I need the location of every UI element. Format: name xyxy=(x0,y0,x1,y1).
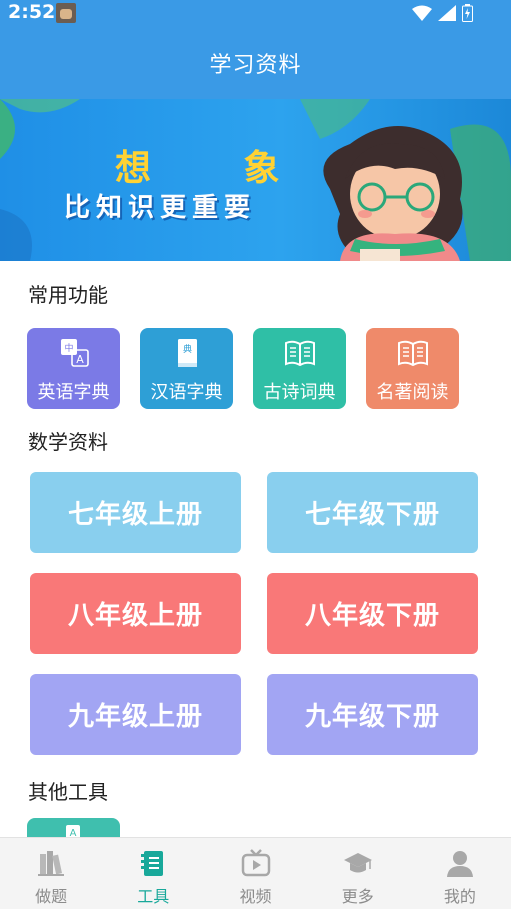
banner-headline: 想 象 xyxy=(115,148,320,189)
grade8-vol2-button[interactable]: 八年级下册 xyxy=(267,573,478,654)
tab-more-label: 更多 xyxy=(341,887,374,906)
notebook-icon xyxy=(141,851,164,876)
svg-text:A: A xyxy=(76,353,84,366)
tab-more[interactable]: 更多 xyxy=(307,838,409,909)
promo-banner[interactable]: 想 象 比知识更重要 xyxy=(0,99,511,261)
status-bar: 2:52 xyxy=(0,0,511,26)
tab-video[interactable]: 视频 xyxy=(204,838,306,909)
dictionary-book-icon: 典 xyxy=(177,339,197,367)
person-icon xyxy=(446,851,473,877)
app-bar: 学习资料 xyxy=(0,26,511,99)
tab-profile[interactable]: 我的 xyxy=(409,838,511,909)
english-dictionary-label: 英语字典 xyxy=(37,382,110,403)
svg-text:典: 典 xyxy=(182,343,191,355)
tab-practice[interactable]: 做题 xyxy=(0,838,102,909)
tab-video-label: 视频 xyxy=(239,887,272,906)
poetry-dictionary-button[interactable]: 古诗词典 xyxy=(253,328,346,409)
wifi-icon xyxy=(412,5,432,21)
chinese-dictionary-label: 汉语字典 xyxy=(150,382,223,403)
translate-icon: 中 A xyxy=(60,339,89,367)
page-title: 学习资料 xyxy=(209,52,302,78)
classics-reading-button[interactable]: 名著阅读 xyxy=(366,328,459,409)
tab-tools-label: 工具 xyxy=(137,887,170,906)
notification-app-icon xyxy=(56,3,76,23)
banner-subline: 比知识更重要 xyxy=(64,193,257,223)
signal-icon xyxy=(438,5,456,21)
poetry-dictionary-label: 古诗词典 xyxy=(263,382,336,403)
open-book-icon xyxy=(397,340,428,367)
math-materials-title: 数学资料 xyxy=(28,430,108,454)
tab-profile-label: 我的 xyxy=(443,887,476,906)
tv-icon xyxy=(241,849,270,877)
common-functions-title: 常用功能 xyxy=(28,283,108,307)
battery-charging-icon xyxy=(462,4,473,22)
system-icons xyxy=(412,3,473,23)
grade9-vol2-button[interactable]: 九年级下册 xyxy=(267,674,478,755)
grade7-vol1-button[interactable]: 七年级上册 xyxy=(30,472,241,553)
grade8-vol1-button[interactable]: 八年级上册 xyxy=(30,573,241,654)
graduation-cap-icon xyxy=(343,853,372,873)
grade9-vol1-button[interactable]: 九年级上册 xyxy=(30,674,241,755)
open-book-icon xyxy=(284,340,315,367)
tab-practice-label: 做题 xyxy=(35,887,68,906)
status-time: 2:52 xyxy=(8,1,56,23)
bottom-tab-bar: 做题 工具 视频 更多 我的 xyxy=(0,837,511,909)
english-dictionary-button[interactable]: 中 A 英语字典 xyxy=(27,328,120,409)
books-icon xyxy=(38,851,65,876)
grade7-vol2-button[interactable]: 七年级下册 xyxy=(267,472,478,553)
chinese-dictionary-button[interactable]: 典 汉语字典 xyxy=(140,328,233,409)
tab-tools[interactable]: 工具 xyxy=(102,838,204,909)
classics-reading-label: 名著阅读 xyxy=(376,382,449,403)
other-tools-title: 其他工具 xyxy=(28,780,108,804)
